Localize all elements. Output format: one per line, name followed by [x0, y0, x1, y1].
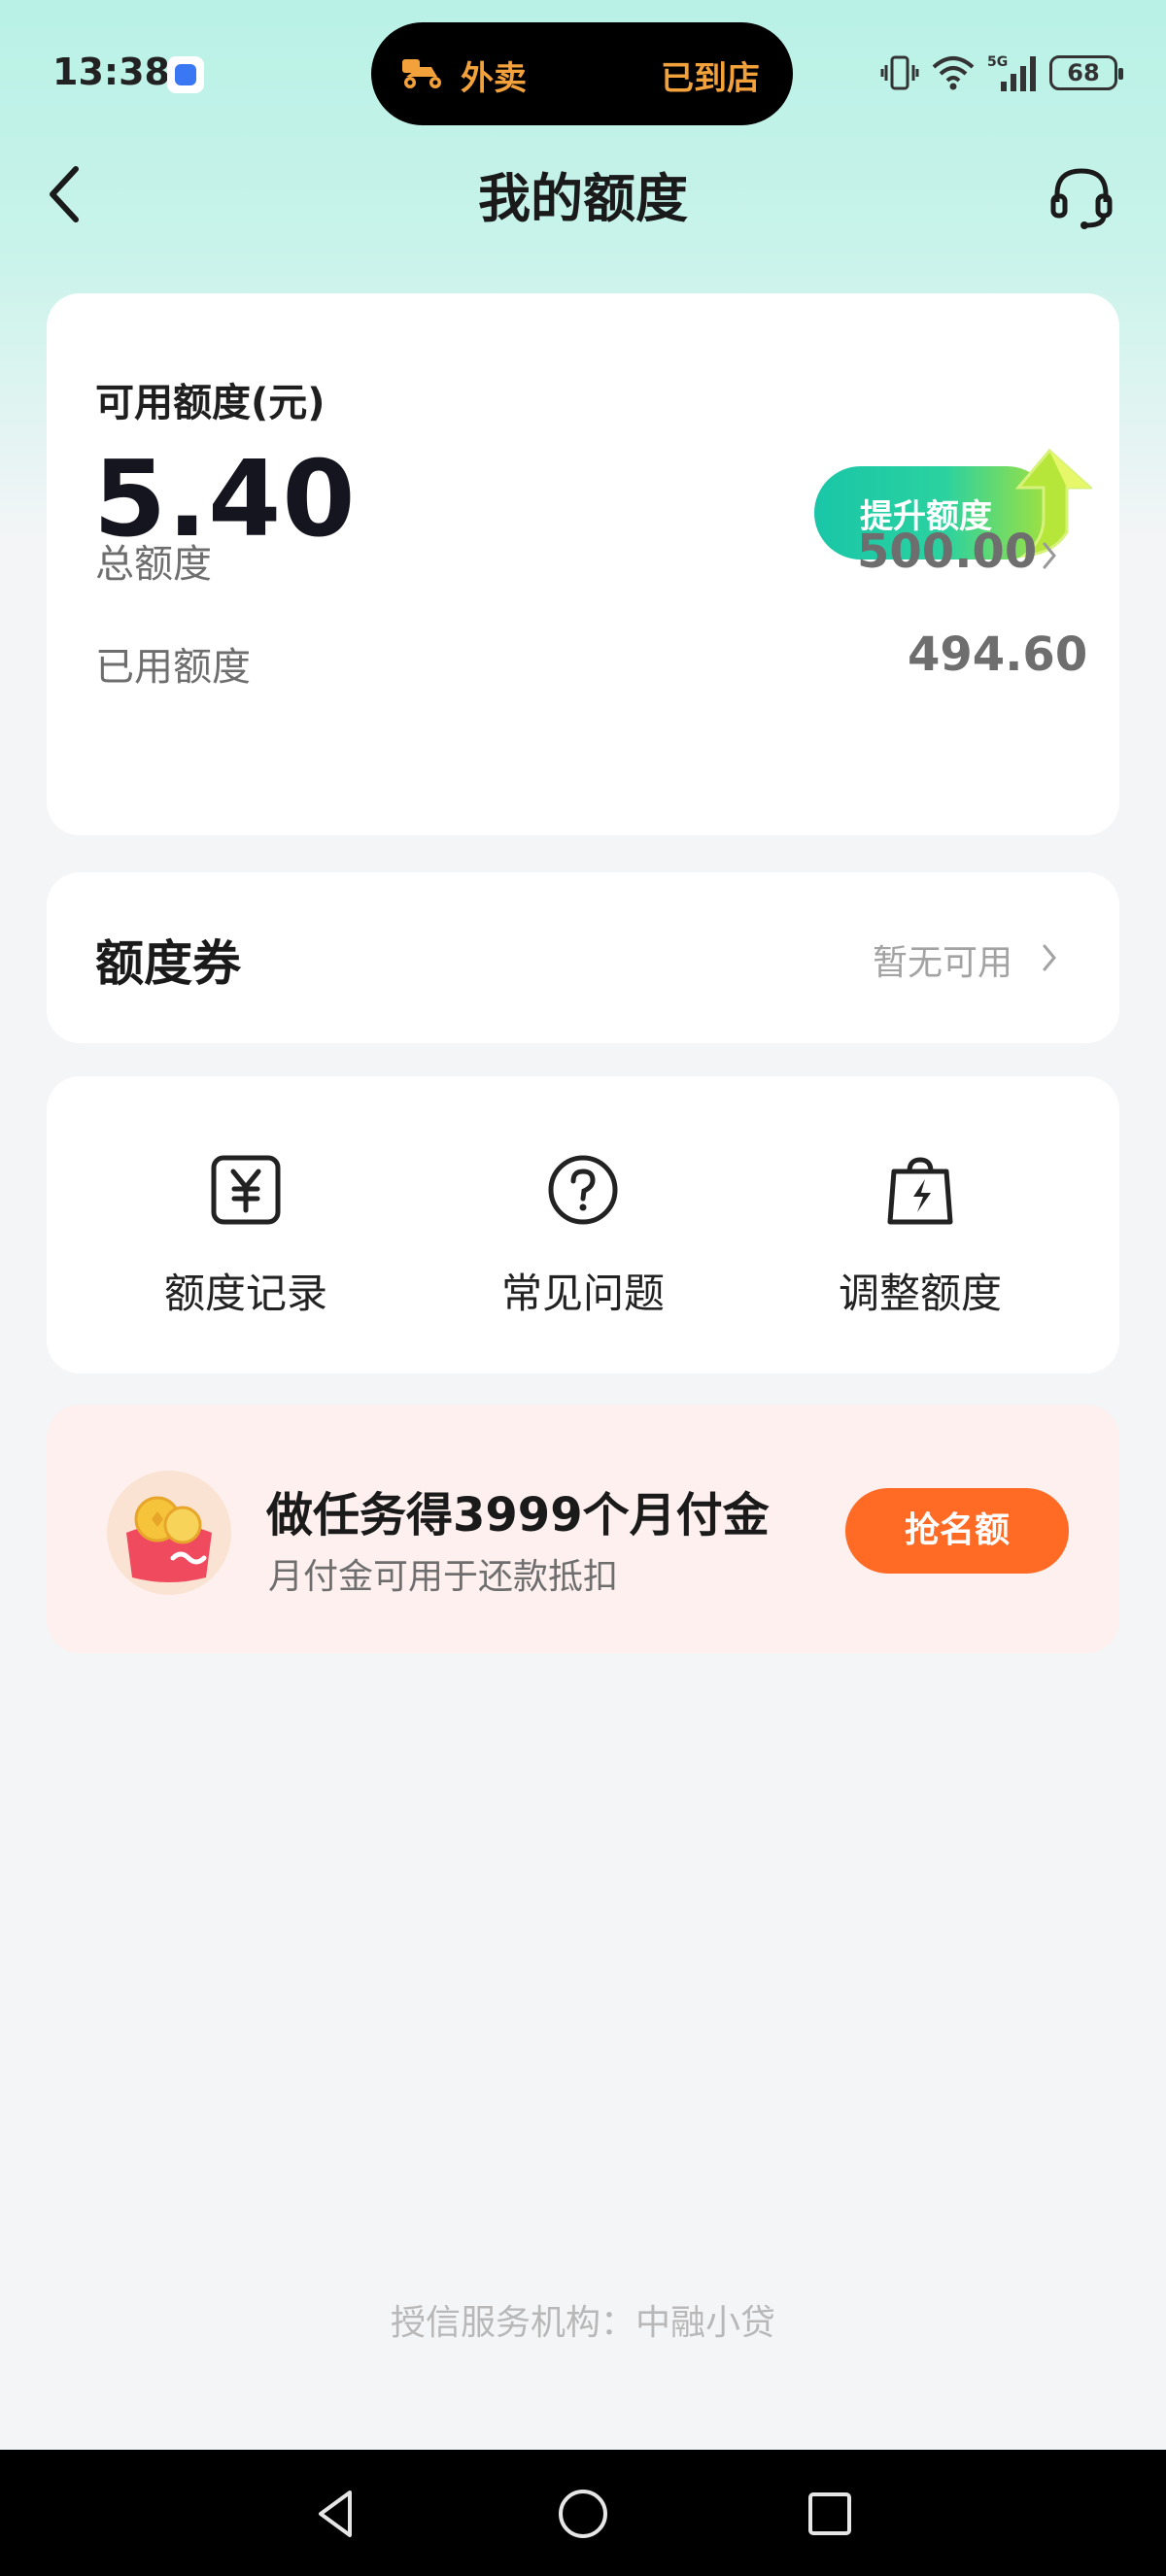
nav-home-icon[interactable]: [554, 2485, 612, 2543]
menu-item-label: 额度记录: [163, 1270, 327, 1317]
coin-wallet-icon: [107, 1471, 231, 1595]
question-circle-icon: [548, 1155, 618, 1225]
status-time: 13:38: [52, 51, 170, 93]
headset-icon: [1050, 168, 1113, 229]
menu-item-adjust-credit[interactable]: 调整额度: [774, 1076, 1066, 1373]
vibrate-icon: [880, 55, 919, 90]
customer-service-button[interactable]: [1047, 163, 1115, 231]
task-promo-banner[interactable]: 做任务得3999个月付金 月付金可用于还款抵扣 抢名额: [47, 1405, 1119, 1653]
chevron-right-icon[interactable]: [1040, 540, 1059, 571]
coupon-title: 额度券: [95, 935, 241, 992]
system-navigation-bar: [0, 2450, 1166, 2576]
total-credit-value[interactable]: 500.00: [857, 525, 1037, 579]
used-credit-label: 已用额度: [95, 645, 251, 690]
scooter-icon: [402, 59, 441, 88]
nav-recents-icon[interactable]: [801, 2485, 859, 2543]
credit-coupon-card[interactable]: 额度券 暂无可用: [47, 872, 1119, 1043]
page: 13:38 外卖 已到店 5G 68 我的额度 可用额度(元) 5.40 提升额…: [0, 0, 1166, 2576]
quick-actions-card: 额度记录 常见问题 调整额度: [47, 1076, 1119, 1373]
network-type: 5G: [987, 54, 1008, 70]
yuan-record-icon: [211, 1155, 281, 1225]
menu-item-label: 调整额度: [838, 1270, 1002, 1317]
system-icons: 5G 68: [880, 51, 1123, 95]
pill-right-label: 已到店: [661, 59, 760, 98]
menu-item-label: 常见问题: [500, 1270, 665, 1317]
signal-icon: 5G: [987, 54, 1036, 91]
page-title: 我的额度: [478, 168, 688, 229]
lightning-bag-icon: [887, 1157, 953, 1225]
nav-back-icon[interactable]: [307, 2485, 365, 2543]
used-credit-value: 494.60: [908, 627, 1088, 682]
battery-icon: 68: [1049, 55, 1123, 90]
promo-subtitle: 月付金可用于还款抵扣: [268, 1557, 619, 1597]
credit-summary-card: 可用额度(元) 5.40 提升额度 总额度 500.00 已用额度 494.60: [47, 293, 1119, 835]
promo-title: 做任务得3999个月付金: [266, 1488, 770, 1542]
menu-item-faq[interactable]: 常见问题: [437, 1076, 729, 1373]
total-credit-label: 总额度: [95, 542, 212, 587]
live-activity-pill[interactable]: 外卖 已到店: [371, 22, 793, 125]
menu-item-credit-records[interactable]: 额度记录: [100, 1076, 392, 1373]
wifi-icon: [932, 56, 975, 90]
chevron-right-icon: [1043, 944, 1056, 971]
grab-quota-button[interactable]: 抢名额: [845, 1488, 1069, 1574]
app-notification-icon: [167, 56, 204, 93]
available-credit-label: 可用额度(元): [95, 381, 326, 425]
pill-left-label: 外卖: [461, 59, 527, 98]
coupon-status: 暂无可用: [873, 943, 1013, 983]
status-bar: 13:38 外卖 已到店 5G 68: [0, 0, 1166, 146]
credit-institution-text: 授信服务机构：中融小贷: [390, 2303, 775, 2343]
